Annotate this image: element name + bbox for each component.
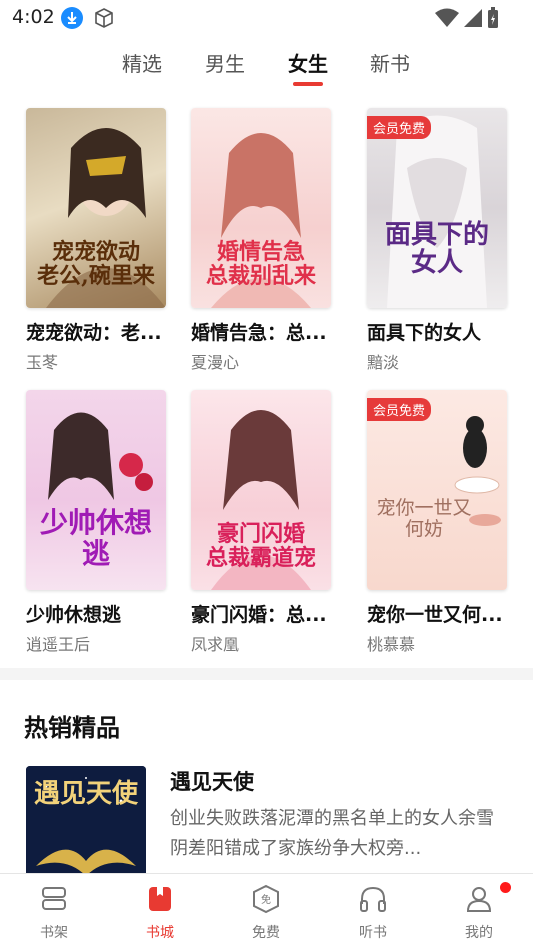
wifi-icon [435, 8, 459, 27]
book-title: 面具下的女人 [367, 322, 482, 344]
battery-icon [488, 7, 498, 28]
book-author: 桃慕慕 [367, 635, 416, 654]
book-title: 少帅休想逃 [26, 604, 122, 626]
nav-label: 我的 [465, 925, 493, 941]
book-title: 婚情告急：总... [191, 322, 327, 344]
member-free-badge: 会员免费 [367, 398, 432, 421]
nav-label: 免费 [252, 925, 280, 941]
cover-title: 豪门闪婚 总裁霸道宠 [205, 520, 316, 571]
tab-selected[interactable]: 精选 [112, 48, 172, 77]
book-cover: 少帅休想逃 [26, 390, 166, 590]
category-tabs: 精选 男生 女生 新书 [0, 44, 533, 90]
headphones-icon [360, 886, 386, 912]
nav-label: 书架 [40, 925, 68, 941]
tab-male[interactable]: 男生 [195, 48, 255, 77]
tab-new[interactable]: 新书 [360, 48, 420, 77]
status-bar: 4:02 [0, 0, 533, 36]
download-icon [61, 7, 83, 29]
book-card[interactable]: 会员免费 面具下的女人 面具下的女人 黯淡 [367, 108, 509, 373]
book-author: 玉苳 [26, 353, 59, 372]
book-card[interactable]: 宠宠欲动 老公,碗里来 宠宠欲动：老... 玉苳 [26, 108, 168, 373]
nav-audiobook[interactable]: 听书 [333, 884, 413, 942]
book-cover: 婚情告急 总裁别乱来 [191, 108, 331, 308]
nav-bookshelf[interactable]: 书架 [14, 884, 94, 942]
bottom-nav: 书架 书城 免 免费 听书 我的 [0, 873, 533, 948]
status-time: 4:02 [12, 6, 55, 28]
book-cover: 豪门闪婚 总裁霸道宠 [191, 390, 331, 590]
book-author: 逍遥王后 [26, 635, 91, 654]
hot-cover-title: 遇见天使 [33, 779, 138, 809]
section-divider [0, 668, 533, 680]
book-author: 凤求凰 [191, 635, 240, 654]
tab-indicator [293, 82, 323, 86]
book-cover: 会员免费 宠你一世又何妨 [367, 390, 507, 590]
bookshelf-icon [42, 887, 66, 910]
signal-icon [464, 9, 482, 27]
hot-book-description: 创业失败跌落泥潭的黑名单上的女人余雪阴差阳错成了家族纷争大权旁... [170, 808, 494, 859]
svg-text:免: 免 [261, 893, 271, 906]
cover-title: 宠你一世又何妨 [376, 497, 472, 541]
book-cover: 宠宠欲动 老公,碗里来 [26, 108, 166, 308]
profile-icon [466, 887, 492, 912]
cover-title: 面具下的女人 [384, 219, 489, 279]
nav-free[interactable]: 免 免费 [226, 884, 306, 942]
free-icon: 免 [253, 884, 279, 914]
cover-title: 少帅休想逃 [39, 506, 152, 571]
bookstore-icon [149, 887, 171, 911]
member-free-badge: 会员免费 [367, 116, 432, 139]
book-title: 豪门闪婚：总... [191, 604, 327, 626]
cube-icon [93, 7, 115, 29]
book-card[interactable]: 婚情告急 总裁别乱来 婚情告急：总... 夏漫心 [191, 108, 333, 373]
cover-title: 宠宠欲动 老公,碗里来 [37, 238, 155, 289]
nav-label: 听书 [359, 925, 387, 941]
notification-dot [500, 882, 511, 893]
book-card[interactable]: 豪门闪婚 总裁霸道宠 豪门闪婚：总... 凤求凰 [191, 390, 333, 655]
hot-book-title: 遇见天使 [170, 770, 254, 794]
book-card[interactable]: 少帅休想逃 少帅休想逃 逍遥王后 [26, 390, 168, 655]
book-title: 宠你一世又何... [367, 604, 503, 626]
book-author: 夏漫心 [191, 353, 240, 372]
status-indicators [435, 7, 499, 29]
book-card[interactable]: 会员免费 宠你一世又何妨 宠你一世又何... 桃慕慕 [367, 390, 509, 655]
cover-title: 婚情告急 总裁别乱来 [205, 238, 316, 289]
hot-book-item[interactable]: 遇见天使 遇见天使 创业失败跌落泥潭的黑名单上的女人余雪阴差阳错成了家族纷争大权… [26, 766, 516, 896]
book-cover: 会员免费 面具下的女人 [367, 108, 507, 308]
tab-female[interactable]: 女生 [278, 48, 338, 77]
section-title: 热销精品 [24, 714, 120, 742]
book-author: 黯淡 [367, 353, 400, 372]
nav-label: 书城 [146, 925, 174, 941]
nav-bookstore[interactable]: 书城 [120, 884, 200, 942]
book-title: 宠宠欲动：老... [26, 322, 162, 344]
